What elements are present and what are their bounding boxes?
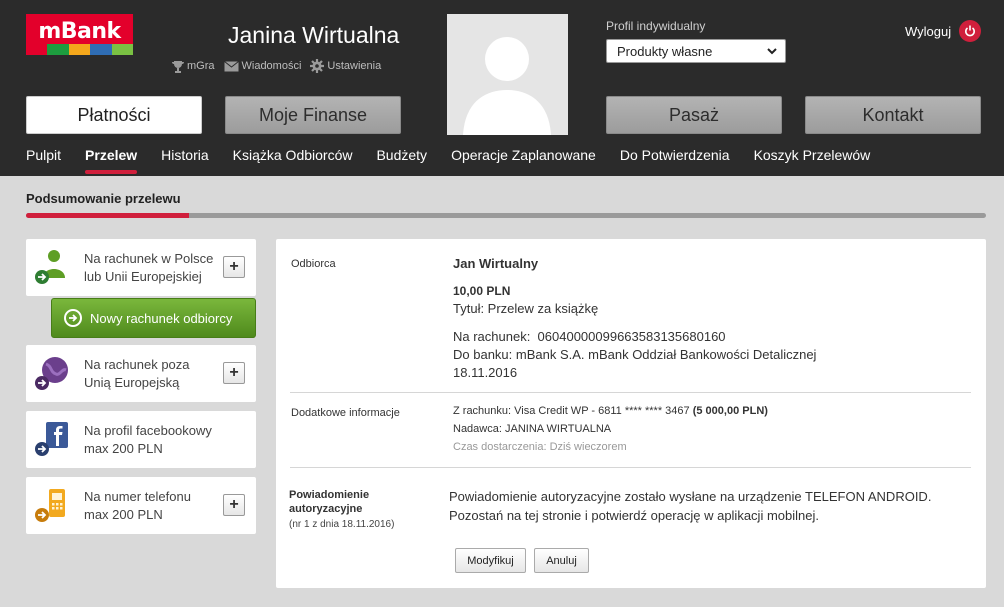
messages-label: Wiadomości [241,60,302,72]
subnav-scheduled[interactable]: Operacje Zaplanowane [451,147,596,174]
progress-fill [26,213,190,218]
arrow-right-icon [64,309,82,327]
avatar[interactable] [447,14,568,135]
mgra-link[interactable]: mGra [172,59,215,73]
option-label: Na numer telefonu max 200 PLN [84,489,191,522]
logo-text: mBank [38,19,121,44]
tab-contact[interactable]: Kontakt [805,96,981,134]
user-links: mGra Wiadomości Ustawienia [172,59,381,73]
subnav-dashboard[interactable]: Pulpit [26,147,61,174]
subnav-address-book[interactable]: Książka Odbiorców [233,147,353,174]
delivery-time: Czas dostarczenia: Dziś wieczorem [453,441,627,453]
user-silhouette-icon [463,37,551,135]
chevron-down-icon [767,48,777,55]
expand-button[interactable]: + [223,256,245,278]
recipient-name: Jan Wirtualny [453,256,539,271]
new-recipient-label: Nowy rachunek odbiorcy [90,310,233,326]
phone-transfer-icon [35,489,65,522]
mgra-label: mGra [187,60,215,72]
from-account: Z rachunku: Visa Credit WP - 6811 **** *… [453,405,768,417]
subnav-transfer[interactable]: Przelew [85,147,138,174]
tab-my-finances[interactable]: Moje Finanse [225,96,401,134]
divider [290,467,971,468]
sub-navigation: Pulpit Przelew Historia Książka Odbiorcó… [26,147,870,174]
subnav-basket[interactable]: Koszyk Przelewów [754,147,871,174]
transfer-title: Tytuł: Przelew za książkę [453,301,599,316]
transfer-option-domestic[interactable]: Na rachunek w Polsce lub Unii Europejskie… [26,239,256,296]
recipient-label: Odbiorca [291,258,336,270]
notification-sub: (nr 1 z dnia 18.11.2016) [289,519,395,530]
facebook-transfer-icon [35,422,68,456]
transfer-option-international[interactable]: Na rachunek poza Unią Europejską + [26,345,256,402]
settings-link[interactable]: Ustawienia [310,59,381,73]
messages-link[interactable]: Wiadomości [223,59,302,73]
top-header: mBank Janina Wirtualna mGra Wiadomości U… [0,0,1004,176]
transfer-amount: 10,00 PLN [453,284,511,298]
expand-button[interactable]: + [223,362,245,384]
tab-bazaar[interactable]: Pasaż [606,96,782,134]
recipient-bank: Do banku: mBank S.A. mBank Oddział Banko… [453,347,817,362]
modify-button[interactable]: Modyfikuj [455,548,526,573]
cancel-button[interactable]: Anuluj [534,548,589,573]
subnav-history[interactable]: Historia [161,147,208,174]
expand-button[interactable]: + [223,494,245,516]
page-title: Podsumowanie przelewu [26,191,181,206]
profile-select[interactable]: Produkty własne [606,39,786,63]
transfer-option-phone[interactable]: Na numer telefonu max 200 PLN + [26,477,256,534]
globe-transfer-icon [35,357,68,390]
divider [290,392,971,393]
option-label: Na rachunek w Polsce lub Unii Europejskie… [84,251,214,284]
extra-info-label: Dodatkowe informacje [291,407,400,419]
tab-payments[interactable]: Płatności [26,96,202,134]
sender: Nadawca: JANINA WIRTUALNA [453,423,612,435]
user-name: Janina Wirtualna [228,22,400,48]
recipient-account: Na rachunek: 06040000099663583135680160 [453,329,726,344]
subnav-budgets[interactable]: Budżety [376,147,427,174]
transfer-summary-panel: Odbiorca Jan Wirtualny 10,00 PLN Tytuł: … [276,239,986,588]
profile-label: Profil indywidualny [606,19,706,33]
notification-text: Powiadomienie autoryzacyjne zostało wysł… [449,489,932,523]
transfer-option-facebook[interactable]: Na profil facebookowy max 200 PLN [26,411,256,468]
subnav-to-confirm[interactable]: Do Potwierdzenia [620,147,730,174]
envelope-icon [223,60,239,71]
logo-stripes [26,44,133,55]
progress-bar [26,213,986,218]
logout[interactable]: Wyloguj [905,20,982,42]
power-icon[interactable] [959,20,982,42]
transfer-date: 18.11.2016 [453,365,518,380]
new-recipient-account-button[interactable]: Nowy rachunek odbiorcy [51,298,256,338]
option-label: Na rachunek poza Unią Europejską [84,357,190,390]
settings-label: Ustawienia [327,60,382,72]
mbank-logo[interactable]: mBank [26,14,133,55]
notification-label: Powiadomienie autoryzacyjne [289,489,370,515]
trophy-icon [172,60,184,73]
logout-label: Wyloguj [905,23,952,39]
gear-icon [310,59,325,73]
option-label: Na profil facebookowy max 200 PLN [84,423,212,456]
person-transfer-icon [35,250,65,284]
profile-select-value: Produkty własne [617,44,713,59]
